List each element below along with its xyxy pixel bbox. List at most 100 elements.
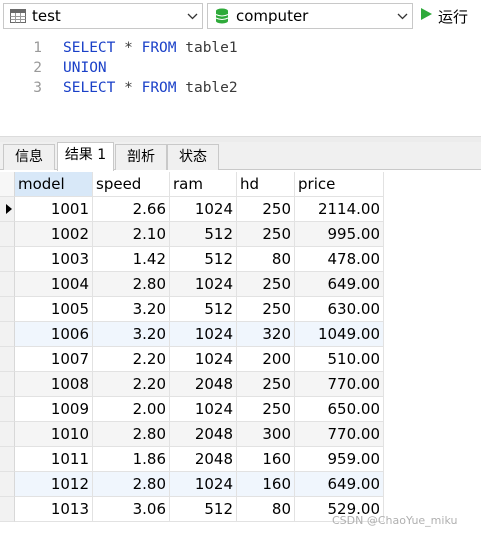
cell-model[interactable]: 1012 [15, 472, 93, 497]
chevron-down-icon[interactable] [182, 4, 202, 28]
row-indicator[interactable] [0, 347, 15, 372]
row-indicator-header [0, 172, 15, 197]
cell-ram[interactable]: 2048 [170, 372, 237, 397]
cell-price[interactable]: 630.00 [295, 297, 384, 322]
code-line[interactable]: SELECT * FROM table1 [63, 38, 238, 58]
cell-model[interactable]: 1002 [15, 222, 93, 247]
cell-model[interactable]: 1009 [15, 397, 93, 422]
cell-speed[interactable]: 3.06 [93, 497, 170, 522]
cell-price[interactable]: 510.00 [295, 347, 384, 372]
cell-ram[interactable]: 1024 [170, 322, 237, 347]
cell-ram[interactable]: 512 [170, 497, 237, 522]
code-line[interactable]: SELECT * FROM table2 [63, 78, 238, 98]
cell-speed[interactable]: 2.00 [93, 397, 170, 422]
cell-model[interactable]: 1005 [15, 297, 93, 322]
cell-price[interactable]: 649.00 [295, 472, 384, 497]
run-button[interactable]: 运行 [420, 3, 468, 29]
cell-model[interactable]: 1004 [15, 272, 93, 297]
cell-hd[interactable]: 250 [237, 197, 295, 222]
cell-hd[interactable]: 160 [237, 447, 295, 472]
cell-ram[interactable]: 2048 [170, 422, 237, 447]
cell-ram[interactable]: 1024 [170, 272, 237, 297]
cell-hd[interactable]: 300 [237, 422, 295, 447]
cell-hd[interactable]: 160 [237, 472, 295, 497]
column-header-speed[interactable]: speed [93, 172, 170, 197]
cell-hd[interactable]: 80 [237, 497, 295, 522]
cell-speed[interactable]: 2.10 [93, 222, 170, 247]
cell-hd[interactable]: 250 [237, 397, 295, 422]
code-line[interactable]: UNION [63, 58, 238, 78]
cell-price[interactable]: 770.00 [295, 372, 384, 397]
cell-ram[interactable]: 1024 [170, 472, 237, 497]
cell-price[interactable]: 1049.00 [295, 322, 384, 347]
column-header-price[interactable]: price [295, 172, 384, 197]
cell-ram[interactable]: 512 [170, 247, 237, 272]
cell-speed[interactable]: 1.42 [93, 247, 170, 272]
code-area[interactable]: SELECT * FROM table1 UNION SELECT * FROM t… [63, 38, 238, 98]
cell-speed[interactable]: 2.80 [93, 472, 170, 497]
cell-ram[interactable]: 1024 [170, 197, 237, 222]
column-header-model[interactable]: model [15, 172, 93, 197]
cell-speed[interactable]: 2.20 [93, 372, 170, 397]
row-indicator[interactable] [0, 297, 15, 322]
tab-status[interactable]: 状态 [167, 144, 219, 170]
cell-price[interactable]: 649.00 [295, 272, 384, 297]
cell-speed[interactable]: 3.20 [93, 322, 170, 347]
cell-price[interactable]: 650.00 [295, 397, 384, 422]
cell-speed[interactable]: 2.80 [93, 422, 170, 447]
row-indicator[interactable] [0, 222, 15, 247]
cell-model[interactable]: 1006 [15, 322, 93, 347]
tab-result-1[interactable]: 结果 1 [57, 142, 114, 171]
cell-hd[interactable]: 250 [237, 222, 295, 247]
cell-model[interactable]: 1013 [15, 497, 93, 522]
cell-price[interactable]: 2114.00 [295, 197, 384, 222]
cell-speed[interactable]: 2.80 [93, 272, 170, 297]
cell-price[interactable]: 770.00 [295, 422, 384, 447]
row-indicator[interactable] [0, 372, 15, 397]
column-header-ram[interactable]: ram [170, 172, 237, 197]
row-indicator[interactable] [0, 422, 15, 447]
run-label: 运行 [438, 7, 469, 26]
cell-ram[interactable]: 1024 [170, 347, 237, 372]
tab-profile[interactable]: 剖析 [115, 144, 167, 170]
cell-hd[interactable]: 320 [237, 322, 295, 347]
tab-info[interactable]: 信息 [3, 144, 55, 170]
cell-hd[interactable]: 250 [237, 272, 295, 297]
cell-model[interactable]: 1011 [15, 447, 93, 472]
cell-model[interactable]: 1007 [15, 347, 93, 372]
row-indicator[interactable] [0, 397, 15, 422]
cell-price[interactable]: 959.00 [295, 447, 384, 472]
cell-ram[interactable]: 2048 [170, 447, 237, 472]
connection-select[interactable]: test [3, 3, 203, 29]
cell-price[interactable]: 995.00 [295, 222, 384, 247]
cell-hd[interactable]: 250 [237, 297, 295, 322]
row-indicator[interactable] [0, 322, 15, 347]
column-header-hd[interactable]: hd [237, 172, 295, 197]
cell-ram[interactable]: 512 [170, 297, 237, 322]
cell-model[interactable]: 1003 [15, 247, 93, 272]
row-indicator[interactable] [0, 272, 15, 297]
cell-speed[interactable]: 2.66 [93, 197, 170, 222]
cell-speed[interactable]: 2.20 [93, 347, 170, 372]
line-number: 2 [33, 60, 42, 76]
sql-editor[interactable]: 123 SELECT * FROM table1 UNION SELECT * FR… [0, 32, 481, 136]
row-indicator[interactable] [0, 447, 15, 472]
cell-ram[interactable]: 512 [170, 222, 237, 247]
toolbar: test computer 运行 [0, 0, 481, 32]
database-select[interactable]: computer [207, 3, 413, 29]
row-indicator[interactable] [0, 497, 15, 522]
cell-hd[interactable]: 80 [237, 247, 295, 272]
row-indicator[interactable] [0, 197, 15, 222]
cell-model[interactable]: 1008 [15, 372, 93, 397]
cell-speed[interactable]: 3.20 [93, 297, 170, 322]
cell-model[interactable]: 1001 [15, 197, 93, 222]
cell-hd[interactable]: 250 [237, 372, 295, 397]
row-indicator[interactable] [0, 472, 15, 497]
cell-price[interactable]: 478.00 [295, 247, 384, 272]
cell-speed[interactable]: 1.86 [93, 447, 170, 472]
cell-hd[interactable]: 200 [237, 347, 295, 372]
chevron-down-icon[interactable] [392, 4, 412, 28]
cell-model[interactable]: 1010 [15, 422, 93, 447]
cell-ram[interactable]: 1024 [170, 397, 237, 422]
row-indicator[interactable] [0, 247, 15, 272]
